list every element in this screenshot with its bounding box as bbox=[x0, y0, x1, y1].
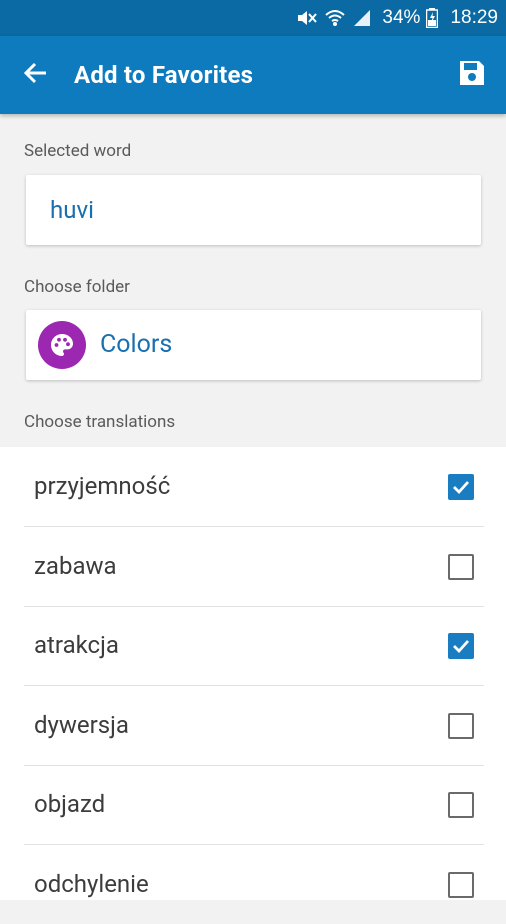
clock: 18:29 bbox=[450, 7, 498, 28]
checkbox-unchecked[interactable] bbox=[448, 872, 474, 898]
save-icon bbox=[458, 59, 486, 91]
back-button[interactable] bbox=[18, 57, 54, 93]
translation-item[interactable]: objazd bbox=[24, 765, 484, 845]
translation-label: odchylenie bbox=[34, 870, 149, 898]
translation-label: dywersja bbox=[34, 711, 129, 739]
translation-item[interactable]: odchylenie bbox=[24, 845, 484, 924]
selected-word-card: huvi bbox=[26, 175, 481, 245]
checkbox-unchecked[interactable] bbox=[448, 554, 474, 580]
translation-label: przyjemność bbox=[34, 472, 171, 500]
battery-percent: 34% bbox=[382, 7, 421, 28]
checkbox-checked[interactable] bbox=[448, 474, 474, 500]
translation-item[interactable]: zabawa bbox=[24, 527, 484, 607]
choose-translations-label: Choose translations bbox=[24, 412, 176, 432]
selected-word-label: Selected word bbox=[24, 141, 132, 161]
translation-label: zabawa bbox=[34, 552, 117, 580]
folder-selector[interactable]: Colors bbox=[26, 310, 481, 380]
translation-item[interactable]: dywersja bbox=[24, 686, 484, 766]
status-icons: 34% 18:29 bbox=[296, 0, 498, 36]
checkbox-unchecked[interactable] bbox=[448, 792, 474, 818]
app-bar: Add to Favorites bbox=[0, 36, 506, 114]
translation-item[interactable]: przyjemność bbox=[24, 447, 484, 527]
translation-item[interactable]: atrakcja bbox=[24, 606, 484, 686]
selected-word-value: huvi bbox=[50, 196, 94, 224]
translations-list: przyjemność zabawa atrakcja dywersja obj… bbox=[0, 447, 506, 900]
folder-name: Colors bbox=[100, 330, 173, 359]
choose-folder-label: Choose folder bbox=[24, 277, 130, 297]
checkbox-checked[interactable] bbox=[448, 633, 474, 659]
battery-icon bbox=[426, 8, 439, 28]
translation-label: atrakcja bbox=[34, 631, 119, 659]
status-bar: 34% 18:29 bbox=[0, 0, 506, 36]
mute-icon bbox=[296, 8, 318, 28]
checkbox-unchecked[interactable] bbox=[448, 713, 474, 739]
wifi-icon bbox=[324, 8, 346, 28]
signal-icon bbox=[352, 8, 372, 28]
arrow-left-icon bbox=[23, 60, 49, 90]
palette-icon bbox=[38, 321, 86, 369]
translation-label: objazd bbox=[34, 790, 106, 818]
page-title: Add to Favorites bbox=[74, 61, 254, 89]
save-button[interactable] bbox=[456, 59, 488, 91]
